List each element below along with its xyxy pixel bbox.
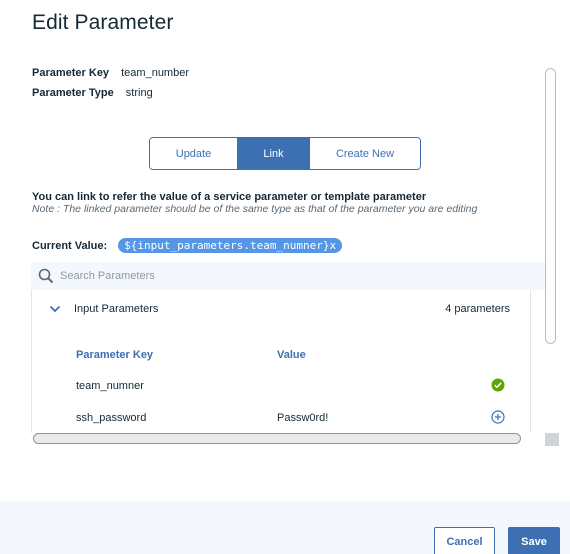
row-value: Passw0rd! [277,412,329,424]
column-header-value: Value [277,349,306,361]
current-value-row: Current Value: ${input_parameters.team_n… [32,238,343,253]
search-icon [38,268,54,284]
tab-create-new[interactable]: Create New [310,138,420,169]
row-key: ssh_password [76,412,147,424]
parameter-key-label: Parameter Key [32,67,110,79]
parameter-type-row: Parameter Type string [32,87,153,99]
parameters-panel: Input Parameters 4 parameters Parameter … [31,290,531,433]
parameter-key-value: team_number [121,67,189,79]
chevron-down-icon [49,305,61,313]
cancel-button[interactable]: Cancel [434,527,495,554]
save-button[interactable]: Save [508,527,560,554]
parameter-key-row: Parameter Key team_number [32,67,189,79]
scrollbar-corner [545,433,559,446]
link-description: You can link to refer the value of a ser… [32,191,427,203]
vertical-scrollbar[interactable] [545,68,556,344]
tab-update[interactable]: Update [150,138,237,169]
current-value-pill: ${input_parameters.team_numner}x [118,238,343,253]
parameter-type-value: string [125,87,153,99]
tab-link[interactable]: Link [237,138,310,169]
dialog-title: Edit Parameter [32,11,174,34]
search-input[interactable] [60,270,480,282]
current-value-label: Current Value: [32,239,108,252]
parameter-type-label: Parameter Type [32,87,114,99]
accordion-header-input-parameters[interactable]: Input Parameters 4 parameters [32,290,530,328]
horizontal-scrollbar[interactable] [33,433,521,444]
column-header-parameter-key: Parameter Key [76,349,154,361]
checkmark-filled-icon[interactable] [490,377,506,393]
table-row[interactable]: ssh_password Passw0rd! [32,407,530,431]
mode-tabs: Update Link Create New [149,137,421,170]
table-row[interactable]: team_numner [32,375,530,399]
accordion-title: Input Parameters [74,303,159,315]
link-note: Note : The linked parameter should be of… [32,203,478,215]
parameter-count: 4 parameters [445,303,510,315]
row-key: team_numner [76,380,144,392]
search-bar [31,262,545,290]
add-circle-icon[interactable] [490,409,506,425]
